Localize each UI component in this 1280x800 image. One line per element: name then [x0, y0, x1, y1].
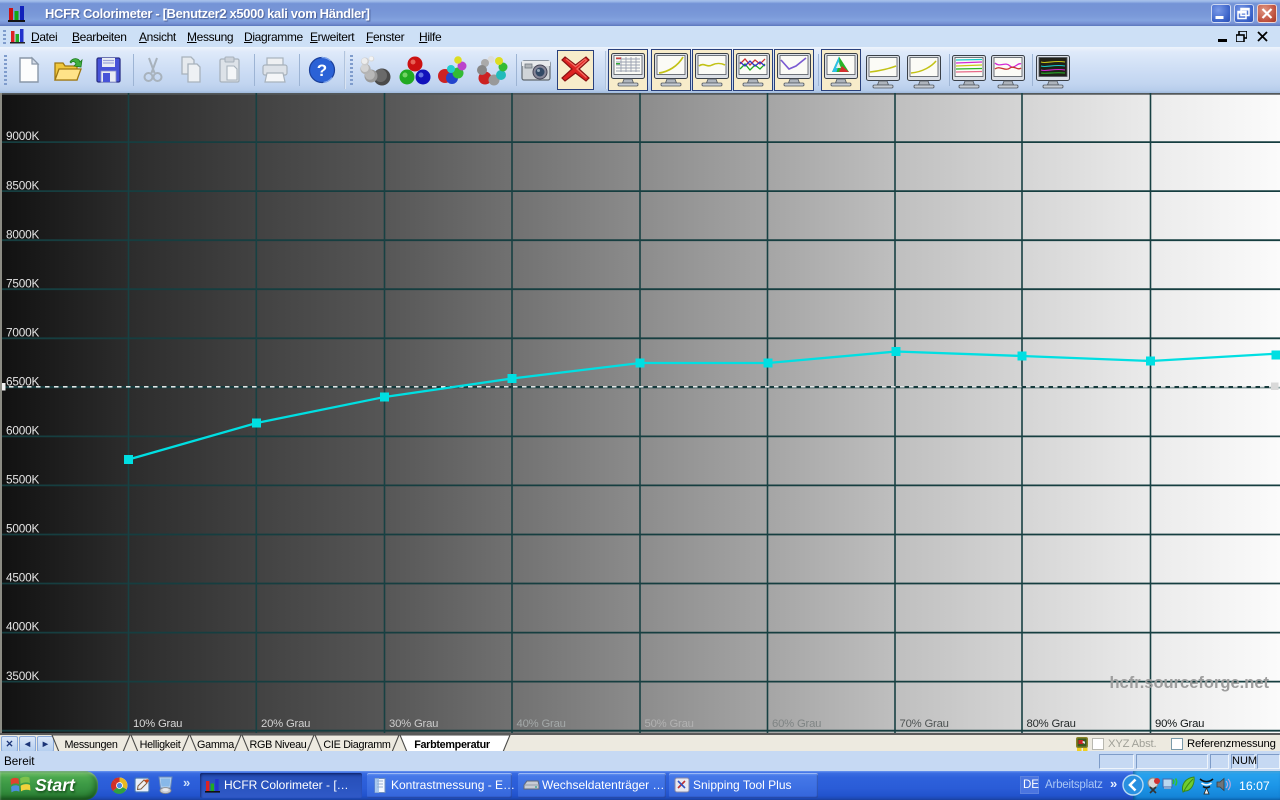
svg-text:?: ?: [317, 61, 327, 80]
svg-text:10% Grau: 10% Grau: [133, 718, 182, 730]
svg-text:60% Grau: 60% Grau: [772, 718, 821, 730]
svg-text:Gamma: Gamma: [197, 739, 234, 751]
svg-text:5500K: 5500K: [6, 473, 39, 487]
svg-text:70% Grau: 70% Grau: [900, 718, 949, 730]
svg-text:4500K: 4500K: [6, 571, 39, 585]
svg-text:8500K: 8500K: [6, 178, 39, 192]
svg-text:CIE Diagramm: CIE Diagramm: [323, 739, 390, 751]
svg-text:40% Grau: 40% Grau: [517, 718, 566, 730]
svg-text:hcfr.sourceforge.net: hcfr.sourceforge.net: [1109, 674, 1269, 692]
svg-text:50% Grau: 50% Grau: [645, 718, 694, 730]
svg-text:5000K: 5000K: [6, 522, 39, 536]
svg-text:90% Grau: 90% Grau: [1155, 718, 1204, 730]
svg-text:6000K: 6000K: [6, 424, 39, 438]
svg-text:9000K: 9000K: [6, 129, 39, 143]
svg-text:20% Grau: 20% Grau: [261, 718, 310, 730]
svg-text:30% Grau: 30% Grau: [389, 718, 438, 730]
svg-text:Helligkeit: Helligkeit: [140, 739, 181, 751]
svg-text:Messungen: Messungen: [64, 739, 117, 751]
svg-text:7000K: 7000K: [6, 325, 39, 339]
svg-text:3500K: 3500K: [6, 669, 39, 683]
svg-text:80% Grau: 80% Grau: [1027, 718, 1076, 730]
svg-text:Farbtemperatur: Farbtemperatur: [414, 739, 491, 751]
svg-text:RGB Niveau: RGB Niveau: [249, 739, 306, 751]
svg-text:7500K: 7500K: [6, 276, 39, 290]
svg-text:8000K: 8000K: [6, 227, 39, 241]
svg-text:4000K: 4000K: [6, 620, 39, 634]
